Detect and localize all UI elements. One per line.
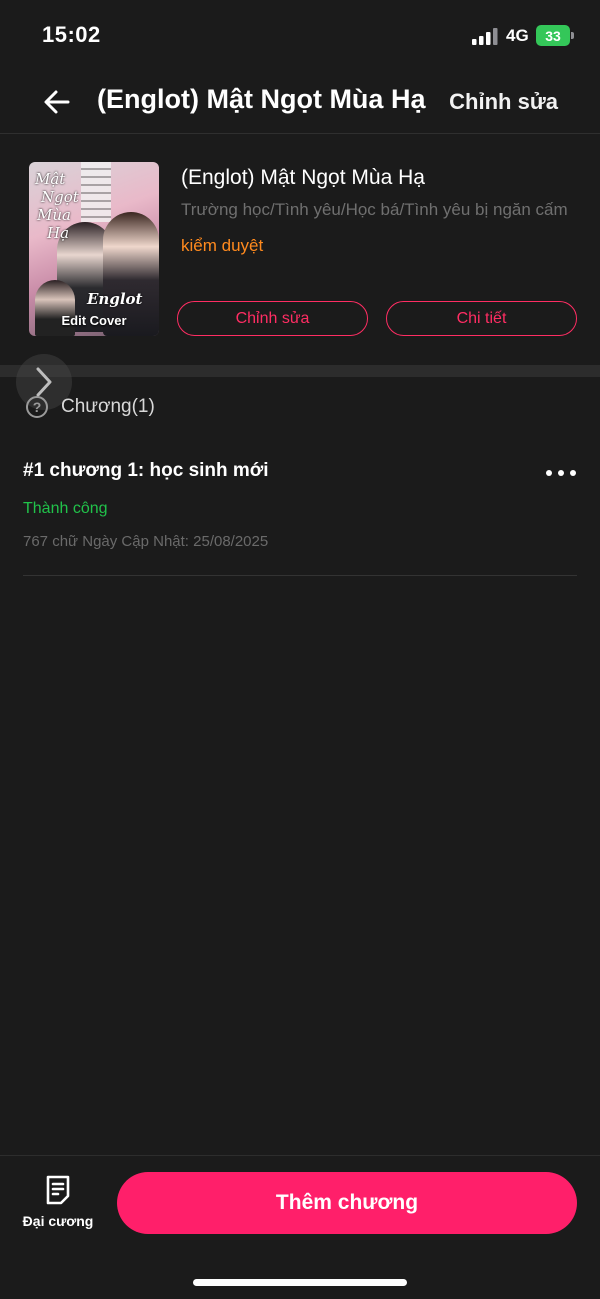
document-icon [46,1175,70,1205]
chapters-section-header: ? Chương(1) [26,393,155,421]
help-icon[interactable]: ? [26,396,48,418]
outline-button[interactable]: Đại cương [20,1174,96,1234]
edit-cover-label[interactable]: Edit Cover [29,313,159,328]
section-divider [0,365,600,377]
edit-book-button[interactable]: Chỉnh sửa [177,301,368,336]
status-bar: 15:02 4G 33 [0,0,600,72]
cover-title-art: Mật Ngọt Mùa Hạ [35,170,79,242]
page-title: (Englot) Mật Ngọt Mùa Hạ [97,84,426,114]
bottom-bar: Đại cương Thêm chương [0,1155,600,1299]
list-item[interactable]: #1 chương 1: học sinh mới Thành công 767… [23,445,577,576]
book-tags: Trường học/Tình yêu/Học bá/Tình yêu bị n… [181,200,568,219]
back-arrow-icon[interactable] [40,85,74,119]
add-chapter-button[interactable]: Thêm chương [117,1172,577,1234]
battery-icon: 33 [536,25,574,46]
chapters-count-label: Chương(1) [61,396,155,417]
cover-author-art: Englot [87,290,143,308]
battery-level: 33 [545,27,561,44]
home-indicator [193,1279,407,1286]
chapter-status: Thành công [23,500,108,517]
more-options-icon[interactable] [545,463,577,483]
status-badge: kiểm duyệt [181,236,264,255]
book-title: (Englot) Mật Ngọt Mùa Hạ [181,166,425,189]
chapter-title: #1 chương 1: học sinh mới [23,460,269,481]
network-type: 4G [506,26,529,45]
status-time: 15:02 [42,22,101,47]
outline-label: Đại cương [22,1213,94,1229]
book-cover[interactable]: Mật Ngọt Mùa Hạ Englot Edit Cover [29,162,159,336]
details-button[interactable]: Chi tiết [386,301,577,336]
chapter-meta: 767 chữ Ngày Cập Nhật: 25/08/2025 [23,533,269,550]
cellular-signal-icon [472,28,498,45]
header-edit-button[interactable]: Chỉnh sửa [449,89,558,115]
top-nav: (Englot) Mật Ngọt Mùa Hạ Chỉnh sửa [0,72,600,134]
